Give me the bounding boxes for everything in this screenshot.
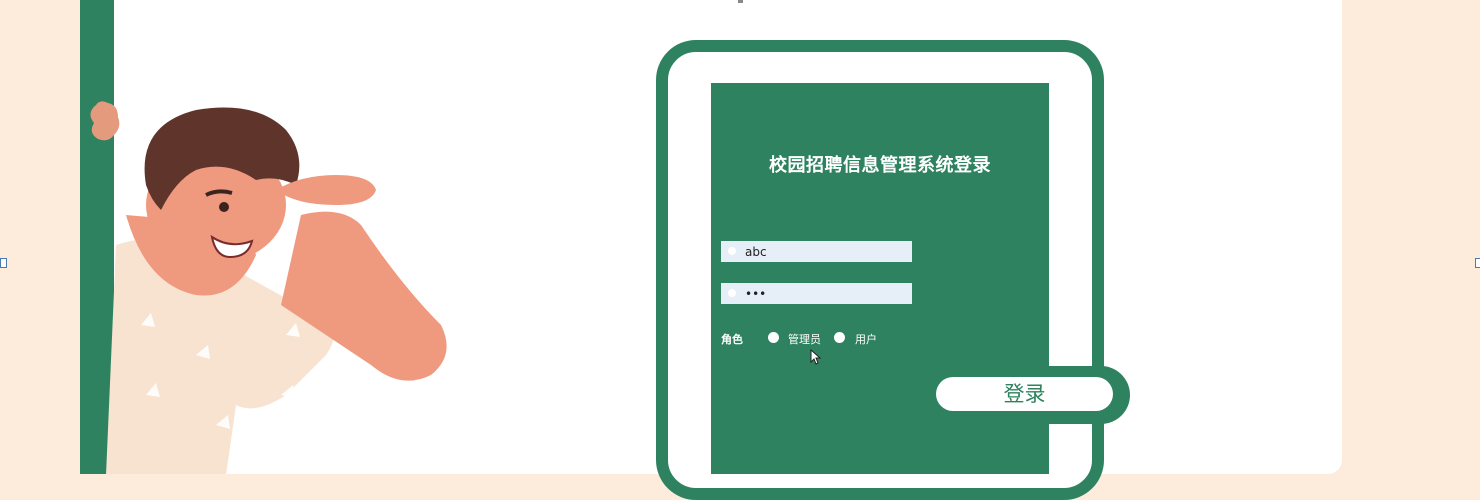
lock-icon bbox=[728, 289, 736, 297]
role-radio-admin[interactable] bbox=[768, 332, 779, 343]
login-title: 校园招聘信息管理系统登录 bbox=[769, 155, 991, 176]
role-label: 角色 bbox=[721, 333, 743, 346]
role-radio-user[interactable] bbox=[834, 332, 845, 343]
password-input[interactable] bbox=[721, 283, 912, 304]
role-option-admin-label: 管理员 bbox=[788, 333, 821, 346]
right-resize-handle[interactable] bbox=[1475, 258, 1480, 268]
role-option-user-label: 用户 bbox=[855, 333, 877, 346]
person-illustration bbox=[90, 101, 447, 474]
username-input[interactable] bbox=[721, 241, 912, 262]
pointer-cursor-icon bbox=[810, 349, 822, 365]
user-icon bbox=[728, 247, 736, 255]
left-resize-handle[interactable] bbox=[0, 258, 7, 268]
login-button[interactable]: 登录 bbox=[936, 377, 1113, 411]
top-marker bbox=[738, 0, 743, 3]
